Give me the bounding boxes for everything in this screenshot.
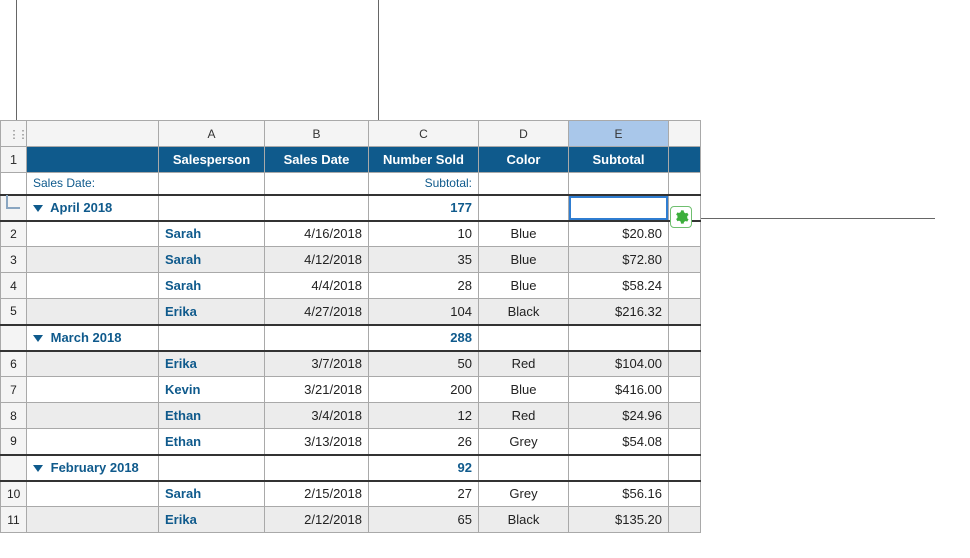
row-header-3[interactable]: 3 bbox=[1, 247, 27, 273]
row-header-7[interactable]: 7 bbox=[1, 377, 27, 403]
row-header-10[interactable]: 10 bbox=[1, 481, 27, 507]
field-header-row: 1 Salesperson Sales Date Number Sold Col… bbox=[1, 147, 701, 173]
table-row: 2 Sarah 4/16/2018 10 Blue $20.80 bbox=[1, 221, 701, 247]
row-header-2[interactable]: 2 bbox=[1, 221, 27, 247]
cell-subtotal[interactable]: $20.80 bbox=[569, 221, 669, 247]
table-row: 9 Ethan 3/13/2018 26 Grey $54.08 bbox=[1, 429, 701, 455]
table-row: 8 Ethan 3/4/2018 12 Red $24.96 bbox=[1, 403, 701, 429]
disclosure-triangle-icon[interactable] bbox=[33, 205, 43, 212]
table-row: 7 Kevin 3/21/2018 200 Blue $416.00 bbox=[1, 377, 701, 403]
header-subtotal[interactable]: Subtotal bbox=[569, 147, 669, 173]
group-numbersold-april: 177 bbox=[369, 195, 479, 221]
column-header-a[interactable]: A bbox=[159, 121, 265, 147]
header-number-sold[interactable]: Number Sold bbox=[369, 147, 479, 173]
row-header-11[interactable]: 11 bbox=[1, 507, 27, 533]
label-sales-date: Sales Date: bbox=[27, 173, 159, 195]
column-header-d[interactable]: D bbox=[479, 121, 569, 147]
table-row: 10 Sarah 2/15/2018 27 Grey $56.16 bbox=[1, 481, 701, 507]
row-header-6[interactable]: 6 bbox=[1, 351, 27, 377]
row-indicator-icon bbox=[6, 195, 20, 209]
table-row: 5 Erika 4/27/2018 104 Black $216.32 bbox=[1, 299, 701, 325]
cell-numbersold[interactable]: 10 bbox=[369, 221, 479, 247]
callout-leader-gear bbox=[695, 218, 935, 219]
header-color[interactable]: Color bbox=[479, 147, 569, 173]
gear-icon bbox=[673, 209, 689, 225]
header-salesperson[interactable]: Salesperson bbox=[159, 147, 265, 173]
column-header-gutter[interactable] bbox=[27, 121, 159, 147]
drag-handle-icon bbox=[9, 127, 19, 137]
row-header-9[interactable]: 9 bbox=[1, 429, 27, 455]
table-row: 6 Erika 3/7/2018 50 Red $104.00 bbox=[1, 351, 701, 377]
group-row-february[interactable]: February 2018 92 bbox=[1, 455, 701, 481]
row-header-4[interactable]: 4 bbox=[1, 273, 27, 299]
label-subtotal: Subtotal: bbox=[369, 173, 479, 195]
row-header-1[interactable]: 1 bbox=[1, 147, 27, 173]
column-header-c[interactable]: C bbox=[369, 121, 479, 147]
disclosure-triangle-icon[interactable] bbox=[33, 335, 43, 342]
callout-leader-corner bbox=[16, 0, 17, 122]
row-header-label bbox=[1, 173, 27, 195]
group-name-march[interactable]: March 2018 bbox=[27, 325, 159, 351]
group-row-march[interactable]: March 2018 288 bbox=[1, 325, 701, 351]
disclosure-triangle-icon[interactable] bbox=[33, 465, 43, 472]
table-corner-handle[interactable] bbox=[1, 121, 27, 147]
selected-cell-e-group[interactable] bbox=[569, 195, 669, 221]
header-sales-date[interactable]: Sales Date bbox=[265, 147, 369, 173]
group-name-april[interactable]: April 2018 bbox=[27, 195, 159, 221]
group-row-april[interactable]: April 2018 177 bbox=[1, 195, 701, 221]
column-header-row: A B C D E bbox=[1, 121, 701, 147]
summary-label-row: Sales Date: Subtotal: bbox=[1, 173, 701, 195]
row-header-8[interactable]: 8 bbox=[1, 403, 27, 429]
cell-color[interactable]: Blue bbox=[479, 221, 569, 247]
column-header-tail bbox=[669, 121, 701, 147]
table-row: 4 Sarah 4/4/2018 28 Blue $58.24 bbox=[1, 273, 701, 299]
group-label: April 2018 bbox=[50, 200, 112, 215]
column-header-e[interactable]: E bbox=[569, 121, 669, 147]
row-header-5[interactable]: 5 bbox=[1, 299, 27, 325]
cell-salesperson[interactable]: Sarah bbox=[159, 221, 265, 247]
group-name-february[interactable]: February 2018 bbox=[27, 455, 159, 481]
table-row: 3 Sarah 4/12/2018 35 Blue $72.80 bbox=[1, 247, 701, 273]
table-row: 11 Erika 2/12/2018 65 Black $135.20 bbox=[1, 507, 701, 533]
spreadsheet-table: A B C D E 1 Salesperson Sales Date Numbe… bbox=[0, 120, 700, 533]
field-header-tail bbox=[669, 147, 701, 173]
field-header-gutter bbox=[27, 147, 159, 173]
column-header-b[interactable]: B bbox=[265, 121, 369, 147]
summary-action-button[interactable] bbox=[670, 206, 692, 228]
cell-date[interactable]: 4/16/2018 bbox=[265, 221, 369, 247]
